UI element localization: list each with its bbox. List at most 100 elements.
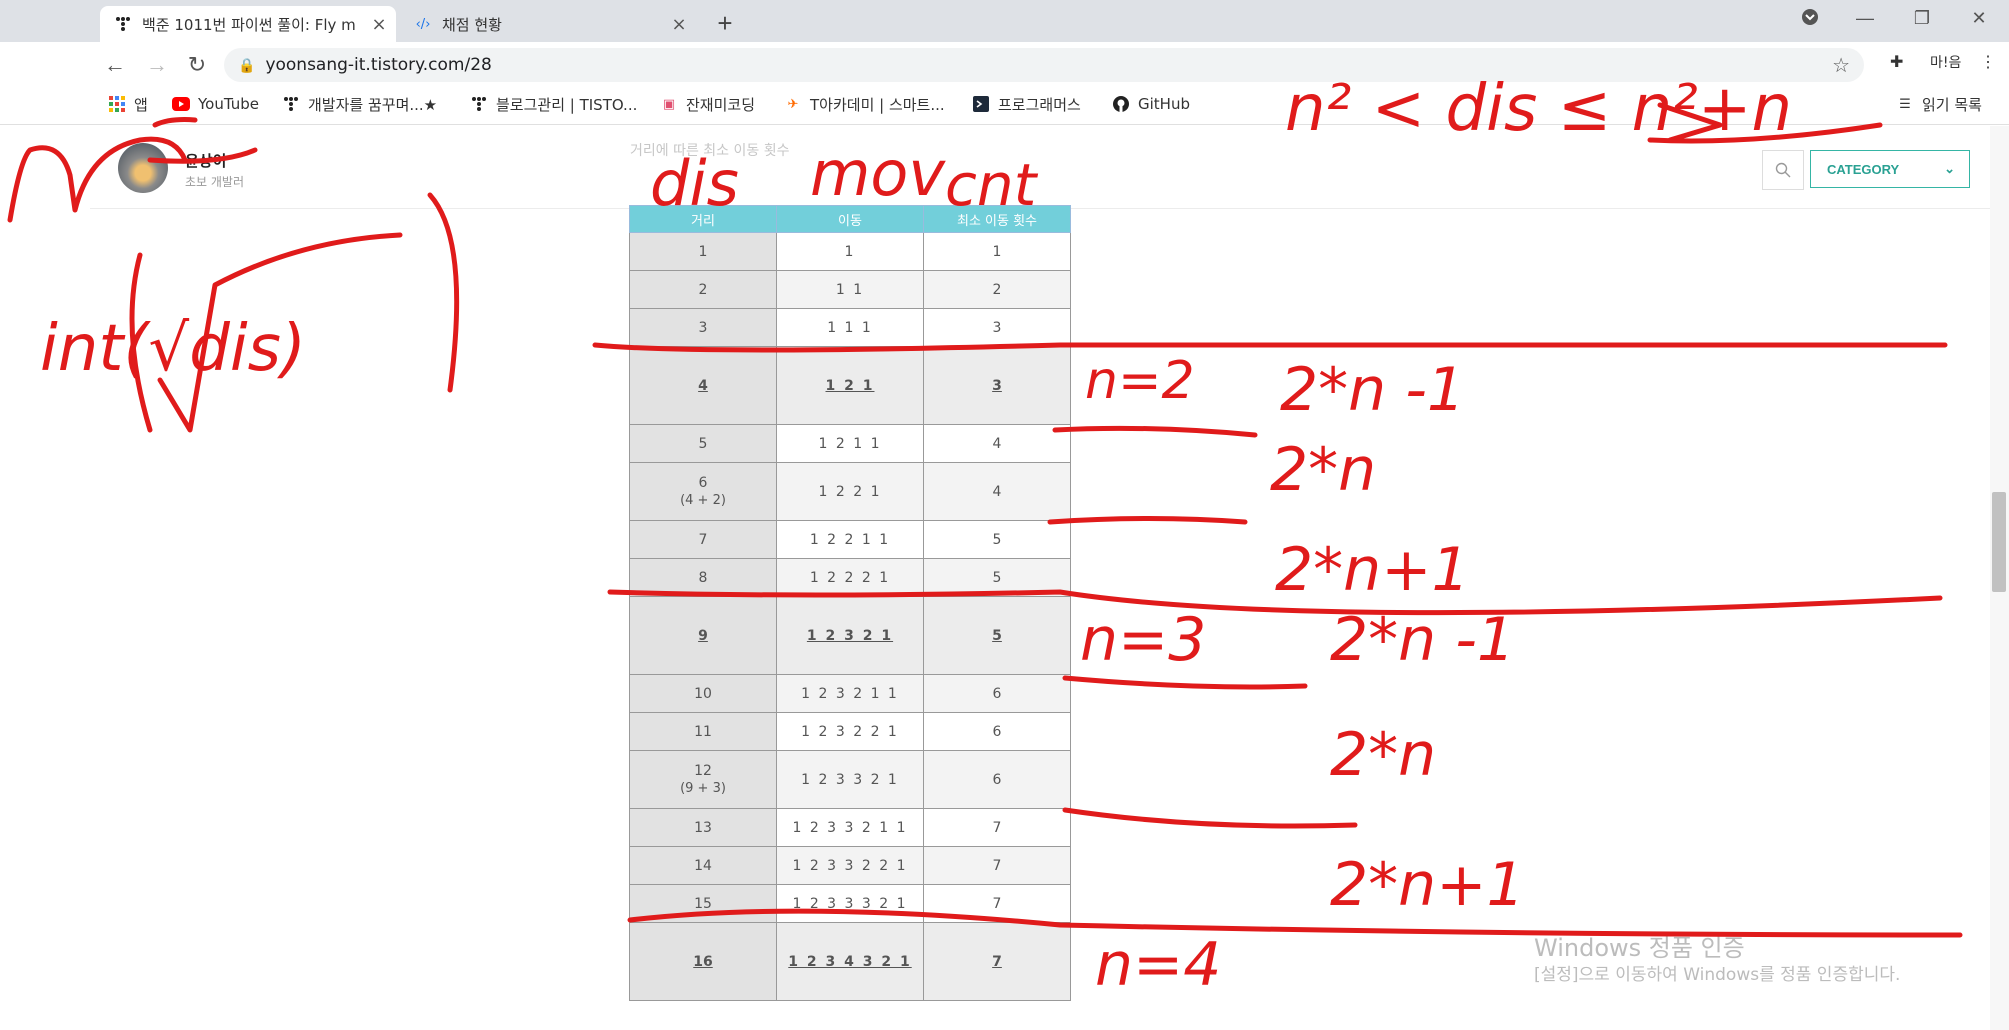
distance-value: 11 bbox=[694, 723, 712, 740]
bookmark-github[interactable]: GitHub bbox=[1112, 92, 1190, 116]
distance-value: 5 bbox=[698, 435, 708, 452]
count-cell: 7 bbox=[923, 808, 1071, 847]
profile-button[interactable]: 마!음 bbox=[1930, 52, 1961, 72]
table-row: 111 bbox=[629, 232, 1071, 271]
bookmark-blog-admin[interactable]: 블로그관리 | TISTO... bbox=[470, 92, 637, 116]
count-cell: 7 bbox=[923, 884, 1071, 923]
moves-cell: 1 2 3 4 3 2 1 bbox=[776, 922, 924, 1001]
distance-cell: 4 bbox=[629, 346, 777, 425]
bookmark-label: GitHub bbox=[1138, 95, 1190, 113]
reload-icon[interactable]: ↻ bbox=[182, 50, 212, 80]
row-divider-line bbox=[1062, 807, 1358, 829]
bookmark-label: 잔재미코딩 bbox=[686, 95, 756, 114]
table-row: 6 (4 + 2) 1 2 2 14 bbox=[629, 462, 1071, 521]
count-cell: 1 bbox=[923, 232, 1071, 271]
bookmark-dev-dream[interactable]: 개발자를 꿈꾸며...★ bbox=[282, 92, 437, 116]
bookmark-star-icon[interactable]: ☆ bbox=[1832, 53, 1850, 78]
bookmark-t-academy[interactable]: ✈ T아카데미 | 스마트... bbox=[784, 92, 945, 116]
close-tab-icon[interactable]: × bbox=[368, 14, 390, 35]
header-min-count: 최소 이동 횟수 bbox=[923, 205, 1071, 233]
tistory-icon bbox=[470, 95, 488, 113]
bookmark-label: 앱 bbox=[134, 95, 148, 114]
bookmark-label: 프로그래머스 bbox=[998, 95, 1081, 114]
tab-title: 채점 현황 bbox=[442, 15, 502, 34]
table-row: 12 (9 + 3) 1 2 3 3 2 16 bbox=[629, 750, 1071, 809]
code-icon: ‹/› bbox=[415, 16, 431, 32]
moves-cell: 1 2 2 1 1 bbox=[776, 520, 924, 559]
windows-activation-title: Windows 정품 인증 bbox=[1534, 934, 1745, 962]
count-cell: 6 bbox=[923, 674, 1071, 713]
url-text: yoonsang-it.tistory.com/28 bbox=[265, 55, 492, 75]
forward-icon[interactable]: → bbox=[142, 50, 172, 80]
scrollbar-thumb[interactable] bbox=[1992, 492, 2006, 592]
bookmark-programmers[interactable]: 프로그래머스 bbox=[972, 92, 1081, 116]
category-label: CATEGORY bbox=[1827, 161, 1900, 177]
distance-value: 14 bbox=[694, 857, 712, 874]
blog-subtitle: 초보 개발러 bbox=[185, 175, 245, 189]
tistory-icon bbox=[114, 15, 132, 33]
distance-cell: 2 bbox=[629, 270, 777, 309]
annotation-stroke bbox=[129, 252, 153, 433]
category-dropdown[interactable]: CATEGORY ⌄ bbox=[1810, 150, 1970, 188]
t-academy-icon: ✈ bbox=[787, 96, 799, 112]
row-divider-line bbox=[1052, 425, 1258, 438]
bookmark-janjaemi-coding[interactable]: ▣ 잔재미코딩 bbox=[660, 92, 755, 116]
distance-cell: 13 bbox=[629, 808, 777, 847]
tab-search-icon[interactable] bbox=[1795, 8, 1825, 31]
count-cell: 5 bbox=[923, 596, 1071, 675]
back-icon[interactable]: ← bbox=[100, 50, 130, 80]
annotation-n-3: n=3 bbox=[1080, 605, 1206, 675]
tab-judge-status[interactable]: ‹/› 채점 현황 × bbox=[400, 6, 696, 42]
distance-cell: 11 bbox=[629, 712, 777, 751]
menu-icon[interactable]: ⋮ bbox=[1980, 52, 1996, 72]
table-row: 31 1 13 bbox=[629, 308, 1071, 347]
extensions-icon[interactable]: ✚ bbox=[1890, 52, 1903, 72]
restore-icon[interactable]: ❐ bbox=[1907, 8, 1937, 29]
apps-grid-icon bbox=[108, 95, 126, 113]
distance-cell: 5 bbox=[629, 424, 777, 463]
table-row: 10 1 2 3 2 1 16 bbox=[629, 674, 1071, 713]
distance-value: 4 bbox=[698, 377, 708, 394]
windows-activation-message: [설정]으로 이동하여 Windows를 정품 인증합니다. bbox=[1534, 965, 1901, 985]
distance-value: 1 bbox=[698, 243, 708, 260]
address-bar[interactable]: 🔒 yoonsang-it.tistory.com/28 ☆ bbox=[224, 48, 1864, 82]
window-close-icon[interactable]: ✕ bbox=[1964, 8, 1994, 29]
moves-cell: 1 2 3 3 2 1 1 bbox=[776, 808, 924, 847]
close-tab-icon[interactable]: × bbox=[668, 14, 690, 35]
tab-strip: 백준 1011번 파이썬 풀이: Fly m × ‹/› 채점 현황 × + —… bbox=[0, 0, 2009, 42]
new-tab-button[interactable]: + bbox=[710, 8, 740, 38]
minimize-icon[interactable]: — bbox=[1850, 8, 1880, 29]
count-cell: 4 bbox=[923, 424, 1071, 463]
table-row: 4 1 2 13 bbox=[629, 346, 1071, 425]
table-row: 14 1 2 3 3 2 2 17 bbox=[629, 846, 1071, 885]
distance-value: 10 bbox=[694, 685, 712, 702]
distance-value: 13 bbox=[694, 819, 712, 836]
count-cell: 2 bbox=[923, 270, 1071, 309]
bookmark-apps[interactable]: 앱 bbox=[108, 92, 148, 116]
tab-baekjoon-1011[interactable]: 백준 1011번 파이썬 풀이: Fly m × bbox=[100, 6, 396, 42]
moves-cell: 1 1 1 bbox=[776, 308, 924, 347]
distance-note: (4 + 2) bbox=[680, 493, 726, 508]
table-row: 21 12 bbox=[629, 270, 1071, 309]
search-button[interactable] bbox=[1762, 150, 1804, 190]
moves-cell: 1 2 3 3 2 1 bbox=[776, 750, 924, 809]
table-row: 11 1 2 3 2 2 16 bbox=[629, 712, 1071, 751]
bookmark-label: 개발자를 꿈꾸며...★ bbox=[308, 95, 438, 114]
distance-value: 9 bbox=[698, 627, 708, 644]
count-cell: 3 bbox=[923, 346, 1071, 425]
bookmark-label: 블로그관리 | TISTO... bbox=[496, 95, 638, 114]
blog-name[interactable]: 윤상이 bbox=[185, 150, 226, 171]
reading-list[interactable]: ☰ 읽기 목록 bbox=[1896, 92, 1982, 116]
distance-cell: 10 bbox=[629, 674, 777, 713]
table-row: 15 1 2 3 3 3 2 17 bbox=[629, 884, 1071, 923]
distance-note: (9 + 3) bbox=[680, 781, 726, 796]
count-cell: 5 bbox=[923, 520, 1071, 559]
bookmark-youtube[interactable]: YouTube bbox=[172, 92, 259, 116]
distance-move-table: 거리 이동 최소 이동 횟수 11121 1231 1 1341 2 1351 … bbox=[629, 205, 1071, 1001]
moves-cell: 1 2 1 bbox=[776, 346, 924, 425]
count-cell: 4 bbox=[923, 462, 1071, 521]
distance-value: 8 bbox=[698, 569, 708, 586]
table-row: 5 1 2 1 14 bbox=[629, 424, 1071, 463]
avatar[interactable] bbox=[118, 143, 168, 193]
distance-value: 15 bbox=[694, 895, 712, 912]
